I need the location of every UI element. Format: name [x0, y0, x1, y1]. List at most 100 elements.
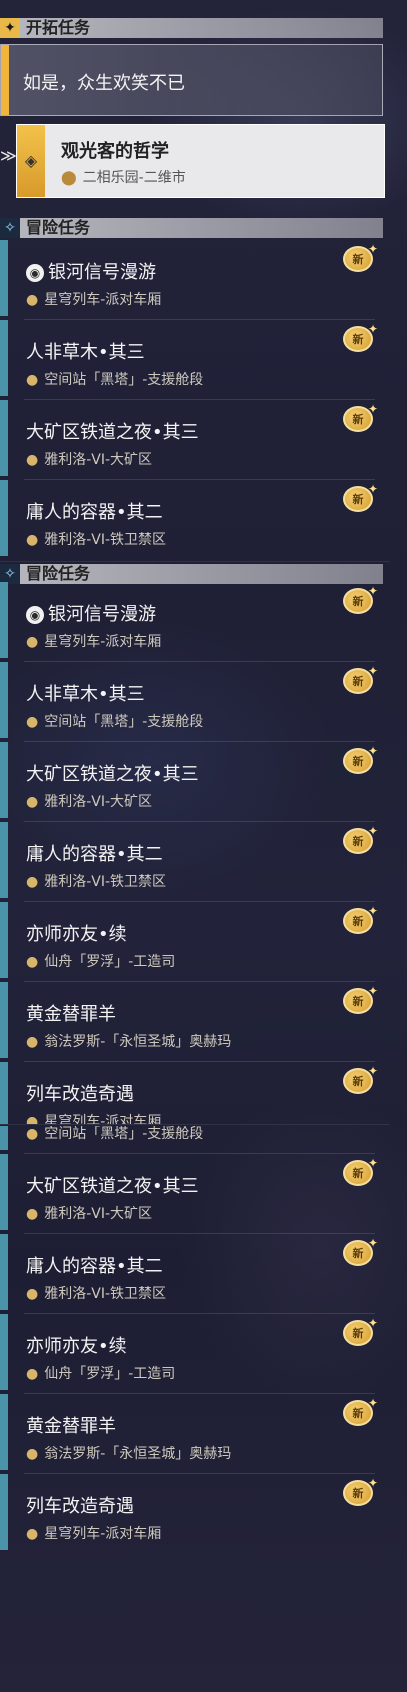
mission-name: 大矿区铁道之夜•其三: [26, 422, 199, 443]
mission-name: 庸人的容器•其二: [26, 1256, 163, 1277]
mission-item[interactable]: 亦师亦友•续 ● 仙舟「罗浮」-工造司 新 ✦: [0, 1314, 383, 1394]
sparkle-icon: ✦: [367, 1316, 378, 1330]
location-pin-icon: ●: [26, 874, 39, 890]
new-badge: 新 ✦: [343, 584, 378, 614]
new-badge: 新 ✦: [343, 1396, 378, 1426]
sparkle-icon: ✦: [367, 584, 378, 598]
new-badge: 新 ✦: [343, 984, 378, 1014]
mission-item[interactable]: 庸人的容器•其二 ● 雅利洛-VI-铁卫禁区 新 ✦: [0, 822, 383, 902]
accent-bar: [0, 742, 8, 818]
adventure-icon: ✧: [0, 218, 20, 238]
location-pin-icon: ●: [26, 1114, 39, 1124]
accent-bar: [0, 582, 8, 658]
new-badge: 新 ✦: [343, 242, 378, 272]
location-pin-icon: ●: [26, 954, 39, 970]
mission-item-partial[interactable]: ● 空间站「黑塔」-支援舱段: [0, 1126, 383, 1154]
sparkle-icon: ✦: [367, 322, 378, 336]
mission-name: 列车改造奇遇: [26, 1496, 134, 1517]
mission-item[interactable]: 列车改造奇遇 ● 星穹列车-派对车厢 新 ✦: [0, 1474, 383, 1554]
accent-bar: [0, 1062, 8, 1124]
location-pin-icon: ●: [26, 1126, 39, 1142]
accent-bar: [0, 902, 8, 978]
mission-item[interactable]: 大矿区铁道之夜•其三 ● 雅利洛-VI-大矿区 新 ✦: [0, 400, 383, 480]
mission-name: 大矿区铁道之夜•其三: [26, 1176, 199, 1197]
adventure-mission-header: ✧ 冒险任务: [0, 218, 383, 238]
mission-item[interactable]: 列车改造奇遇 ● 星穹列车-派对车厢 新 ✦: [0, 1062, 383, 1124]
accent-bar: [0, 982, 8, 1058]
disc-icon: ◉: [26, 264, 44, 282]
new-badge: 新 ✦: [343, 482, 378, 512]
accent-bar: [0, 320, 8, 396]
mission-item[interactable]: ◉ 银河信号漫游 ● 星穹列车-派对车厢 新 ✦: [0, 582, 383, 662]
mission-item[interactable]: 庸人的容器•其二 ● 雅利洛-VI-铁卫禁区 新 ✦: [0, 480, 383, 560]
new-badge: 新 ✦: [343, 904, 378, 934]
mission-list-section-2: ✧ 冒险任务 ◉ 银河信号漫游 ● 星穹列车-派对车厢 新 ✦ 人非草木•其三 ● 空间…: [0, 564, 390, 1124]
trailblaze-icon: ✦: [0, 18, 20, 38]
mission-name: 如是，众生欢笑不已: [23, 73, 185, 94]
sparkle-icon: ✦: [367, 1396, 378, 1410]
mission-name: 人非草木•其三: [26, 342, 145, 363]
accent-bar: [0, 662, 8, 738]
header-title: 开拓任务: [26, 18, 91, 37]
sparkle-icon: ✦: [367, 744, 378, 758]
mission-item[interactable]: 黄金替罪羊 ● 翁法罗斯-「永恒圣城」奥赫玛 新 ✦: [0, 1394, 383, 1474]
mission-location: ● 空间站「黑塔」-支援舱段: [26, 714, 204, 730]
mission-location: ● 空间站「黑塔」-支援舱段: [26, 372, 204, 388]
mission-item[interactable]: 亦师亦友•续 ● 仙舟「罗浮」-工造司 新 ✦: [0, 902, 383, 982]
mission-location: ● 雅利洛-VI-铁卫禁区: [26, 874, 167, 890]
new-badge: 新 ✦: [343, 664, 378, 694]
accent-bar: [1, 45, 9, 115]
disc-icon: ◉: [26, 606, 44, 624]
new-badge: 新 ✦: [343, 402, 378, 432]
sparkle-icon: ✦: [367, 664, 378, 678]
accent-bar: [0, 480, 8, 556]
sparkle-icon: ✦: [367, 1236, 378, 1250]
mission-item[interactable]: 人非草木•其三 ● 空间站「黑塔」-支援舱段 新 ✦: [0, 662, 383, 742]
accent-bar: [0, 240, 8, 316]
sparkle-icon: ✦: [367, 402, 378, 416]
sparkle-icon: ✦: [367, 1476, 378, 1490]
sparkle-icon: ✦: [367, 904, 378, 918]
location-pin-icon: ●: [26, 1446, 39, 1462]
mission-location: ⬤ 二相乐园-二维市: [61, 170, 186, 186]
trailblaze-diamond-icon: ◈: [24, 151, 38, 170]
mission-location: ● 雅利洛-VI-铁卫禁区: [26, 1286, 167, 1302]
mission-item[interactable]: 大矿区铁道之夜•其三 ● 雅利洛-VI-大矿区 新 ✦: [0, 1154, 383, 1234]
mission-name: 庸人的容器•其二: [26, 502, 163, 523]
mission-list-section-1: ✦ 开拓任务 如是，众生欢笑不已 ≫ ◈ 观光客的哲学 ⬤ 二相乐园-二维市 ✧ …: [0, 0, 390, 560]
location-pin-icon: ●: [26, 1526, 39, 1542]
mission-name: 黄金替罪羊: [26, 1004, 116, 1025]
new-badge: 新 ✦: [343, 322, 378, 352]
selected-mission-card[interactable]: ◈ 观光客的哲学 ⬤ 二相乐园-二维市: [16, 124, 385, 198]
header-title: 冒险任务: [26, 218, 91, 237]
new-badge: 新 ✦: [343, 1064, 378, 1094]
mission-location: ● 星穹列车-派对车厢: [26, 1111, 161, 1124]
mission-item[interactable]: 人非草木•其三 ● 空间站「黑塔」-支援舱段 新 ✦: [0, 320, 383, 400]
mission-name: 观光客的哲学: [61, 141, 169, 162]
location-pin-icon: ●: [26, 452, 39, 468]
mission-name: 亦师亦友•续: [26, 924, 127, 945]
mission-location: ● 空间站「黑塔」-支援舱段: [26, 1126, 204, 1142]
mission-location: ● 雅利洛-VI-铁卫禁区: [26, 532, 167, 548]
mission-item[interactable]: 庸人的容器•其二 ● 雅利洛-VI-铁卫禁区 新 ✦: [0, 1234, 383, 1314]
mission-name: ◉ 银河信号漫游: [26, 258, 156, 284]
mission-item[interactable]: 黄金替罪羊 ● 翁法罗斯-「永恒圣城」奥赫玛 新 ✦: [0, 982, 383, 1062]
accent-bar: [0, 1234, 8, 1310]
new-badge: 新 ✦: [343, 1236, 378, 1266]
mission-location: ● 星穹列车-派对车厢: [26, 1526, 162, 1542]
header-title: 冒险任务: [26, 564, 91, 583]
accent-bar: [0, 1126, 8, 1150]
mission-location: ● 翁法罗斯-「永恒圣城」奥赫玛: [26, 1034, 232, 1050]
accent-bar: [0, 1314, 8, 1390]
sparkle-icon: ✦: [367, 1156, 378, 1170]
mission-name: 列车改造奇遇: [26, 1084, 134, 1105]
screenshot-divider: [0, 1124, 390, 1125]
new-badge: 新 ✦: [343, 1316, 378, 1346]
mission-location: ● 翁法罗斯-「永恒圣城」奥赫玛: [26, 1446, 232, 1462]
mission-item[interactable]: 大矿区铁道之夜•其三 ● 雅利洛-VI-大矿区 新 ✦: [0, 742, 383, 822]
mission-item[interactable]: ◉ 银河信号漫游 ● 星穹列车-派对车厢 新 ✦: [0, 240, 383, 320]
mission-location: ● 星穹列车-派对车厢: [26, 292, 162, 308]
location-pin-icon: ⬤: [61, 170, 77, 186]
sparkle-icon: ✦: [367, 242, 378, 256]
trailblaze-mission-card[interactable]: 如是，众生欢笑不已: [0, 44, 383, 116]
